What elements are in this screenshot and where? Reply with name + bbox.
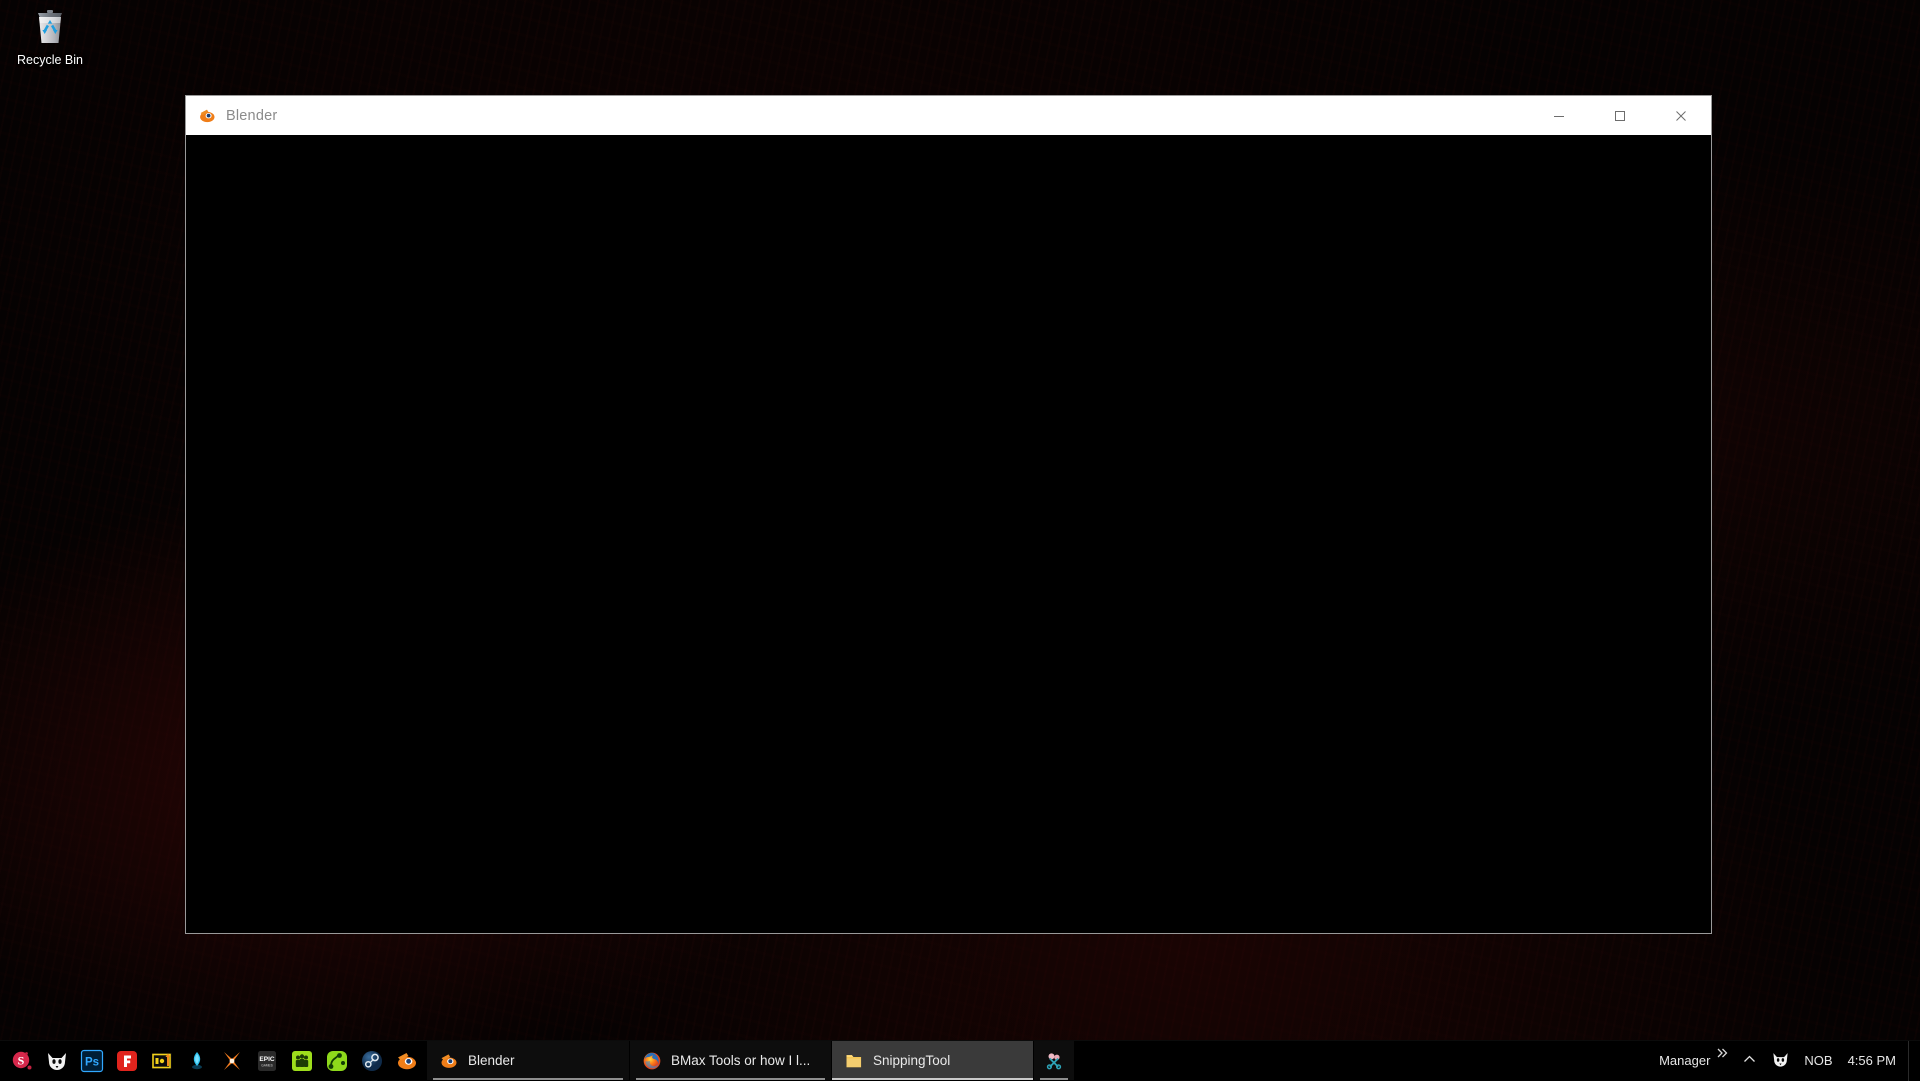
- blender-icon: [439, 1051, 459, 1071]
- taskbar-buttons: Blender BMax Tools or how I l...: [427, 1041, 1075, 1080]
- system-tray: Manager: [1651, 1041, 1920, 1080]
- recycle-bin-label: Recycle Bin: [17, 53, 83, 68]
- red-s-icon: S: [10, 1049, 34, 1073]
- tray-show-hidden-icons[interactable]: [1735, 1041, 1764, 1081]
- white-fox-icon: [45, 1049, 69, 1073]
- window-controls: [1528, 96, 1711, 135]
- recycle-bin-icon: [27, 4, 73, 50]
- minimize-button[interactable]: [1528, 96, 1589, 135]
- quicklaunch-photoshop[interactable]: Ps: [74, 1041, 109, 1081]
- ps-icon: Ps: [80, 1049, 104, 1073]
- title-bar-left: Blender: [186, 96, 277, 135]
- green-node-icon: [325, 1049, 349, 1073]
- yellow-toolbag-icon: [150, 1049, 174, 1073]
- chevron-up-icon: [1742, 1052, 1757, 1070]
- taskbar-button-label: SnippingTool: [873, 1053, 950, 1068]
- taskbar-button-snippingtool-folder[interactable]: SnippingTool: [832, 1041, 1034, 1080]
- quicklaunch-green-node-app[interactable]: [319, 1041, 354, 1081]
- epic-icon: EPIC GAMES: [255, 1049, 279, 1073]
- desktop-icon-recycle-bin[interactable]: Recycle Bin: [6, 4, 94, 80]
- quicklaunch-fox-app[interactable]: [39, 1041, 74, 1081]
- quicklaunch-substance-painter[interactable]: S: [4, 1041, 39, 1081]
- close-button[interactable]: [1650, 96, 1711, 135]
- tray-nob-label[interactable]: NOB: [1797, 1041, 1839, 1081]
- desktop-background[interactable]: Recycle Bin Blender: [0, 0, 1920, 1080]
- tray-nob-text: NOB: [1804, 1053, 1832, 1068]
- blender-icon: [198, 106, 217, 125]
- clock-time: 4:56 PM: [1848, 1041, 1896, 1081]
- quicklaunch-blender[interactable]: [389, 1041, 424, 1081]
- tray-fox-app-icon[interactable]: [1764, 1041, 1797, 1081]
- taskbar-button-label: BMax Tools or how I l...: [671, 1053, 810, 1068]
- quicklaunch-marmoset-toolbag[interactable]: [144, 1041, 179, 1081]
- quicklaunch-xnormal[interactable]: [214, 1041, 249, 1081]
- blue-orb-icon: [185, 1049, 209, 1073]
- quicklaunch-green-crowd-app[interactable]: [284, 1041, 319, 1081]
- green-crowd-icon: [290, 1049, 314, 1073]
- red-f-icon: [115, 1049, 139, 1073]
- quicklaunch-steam[interactable]: [354, 1041, 389, 1081]
- svg-text:S: S: [17, 1053, 24, 1067]
- maximize-button[interactable]: [1589, 96, 1650, 135]
- orange-x-icon: [220, 1049, 244, 1073]
- quicklaunch-f-app[interactable]: [109, 1041, 144, 1081]
- quicklaunch-blue-orb-app[interactable]: [179, 1041, 214, 1081]
- svg-text:Ps: Ps: [84, 1056, 98, 1068]
- firefox-icon: [642, 1051, 662, 1071]
- steam-icon: [360, 1049, 384, 1073]
- svg-text:GAMES: GAMES: [261, 1063, 273, 1067]
- window-title: Blender: [226, 108, 277, 124]
- tray-manager-text: Manager: [1659, 1053, 1710, 1068]
- svg-text:EPIC: EPIC: [259, 1056, 274, 1063]
- tray-manager-label[interactable]: Manager: [1651, 1041, 1714, 1081]
- quicklaunch-epic-games[interactable]: EPIC GAMES: [249, 1041, 284, 1081]
- blender-icon: [395, 1049, 419, 1073]
- tray-overflow-button[interactable]: [1714, 1041, 1735, 1081]
- blender-viewport[interactable]: [186, 135, 1711, 933]
- taskbar-button-label: Blender: [468, 1053, 515, 1068]
- folder-icon: [844, 1051, 864, 1071]
- taskbar-quicklaunch: S Ps: [0, 1041, 424, 1080]
- scissors-icon: [1044, 1051, 1064, 1071]
- blender-window[interactable]: Blender: [185, 95, 1712, 934]
- white-fox-icon: [1771, 1050, 1790, 1072]
- taskbar-button-snipping-tool[interactable]: [1034, 1041, 1075, 1080]
- show-desktop-button[interactable]: [1908, 1041, 1916, 1081]
- double-chevron-right-icon: [1716, 1047, 1729, 1063]
- taskbar-button-firefox[interactable]: BMax Tools or how I l...: [630, 1041, 832, 1080]
- taskbar: S Ps: [0, 1040, 1920, 1080]
- taskbar-clock[interactable]: 4:56 PM: [1840, 1041, 1908, 1081]
- window-title-bar[interactable]: Blender: [186, 96, 1711, 135]
- taskbar-button-blender[interactable]: Blender: [427, 1041, 630, 1080]
